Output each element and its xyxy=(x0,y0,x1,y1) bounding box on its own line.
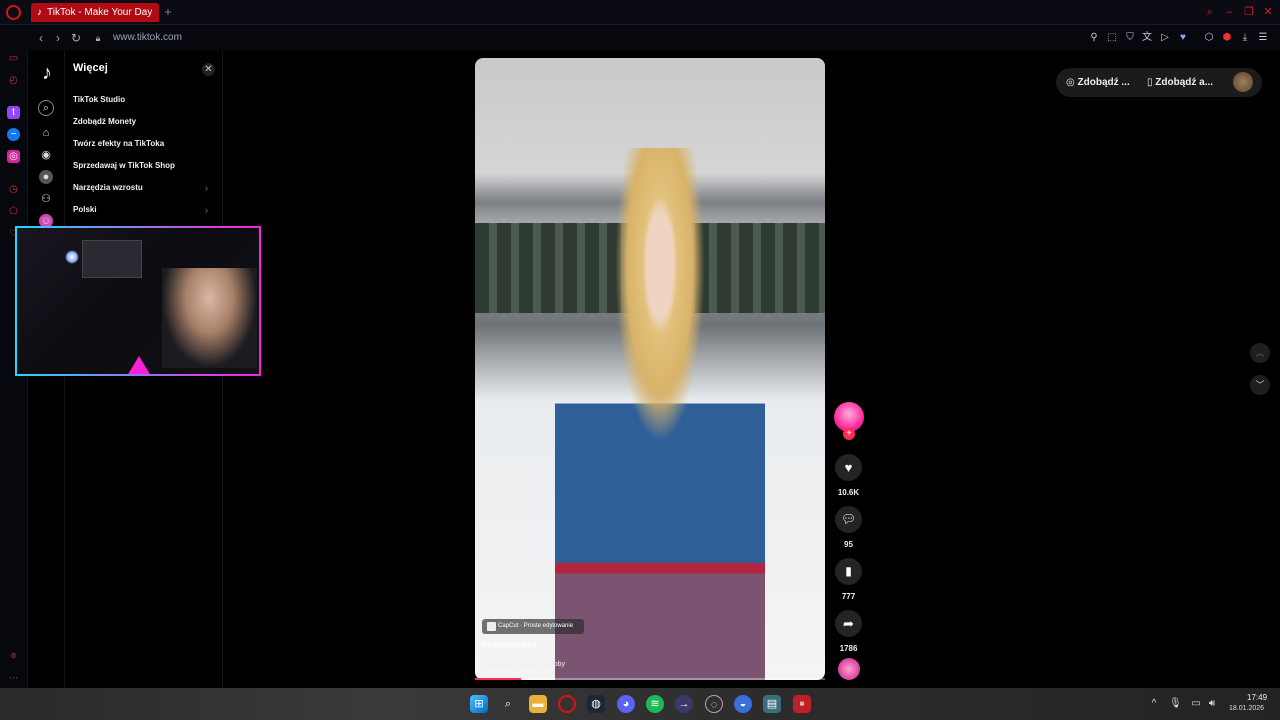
search-icon[interactable]: ⌕ xyxy=(38,100,54,116)
get-app-button[interactable]: ▯ Zdobądź a... xyxy=(1147,76,1213,90)
forward-icon[interactable]: › xyxy=(51,31,65,45)
file-explorer-icon[interactable]: ▬ xyxy=(529,695,547,713)
share-button[interactable]: ➦ xyxy=(835,610,862,637)
network-icon[interactable]: ▭ xyxy=(1190,698,1202,710)
tray-chevron-up-icon[interactable]: ^ xyxy=(1148,698,1160,710)
wallet-icon[interactable]: ▭ xyxy=(7,52,20,65)
app-icon-arrow[interactable]: → xyxy=(675,695,693,713)
video-progress-fill xyxy=(475,678,521,680)
save-button[interactable]: ▮ xyxy=(835,558,862,585)
video-player[interactable] xyxy=(475,58,825,680)
menu-item-growth-tools[interactable]: Narzędzia wzrostu xyxy=(73,181,213,195)
triangle-icon xyxy=(127,356,151,374)
microphone-icon[interactable]: 🎙︎ xyxy=(1169,698,1182,710)
new-tab-button[interactable]: + xyxy=(162,5,174,19)
menu-item-create-effects[interactable]: Twórz efekty na TikToka xyxy=(73,137,213,151)
instagram-icon[interactable]: ◎ xyxy=(7,150,20,163)
like-button[interactable]: ♥ xyxy=(835,454,862,481)
tiktok-logo-icon[interactable]: ♪ xyxy=(36,62,58,84)
menu-item-sell-tiktok-shop[interactable]: Sprzedawaj w TikTok Shop xyxy=(73,159,213,173)
more-panel-title: Więcej xyxy=(73,62,108,74)
browser-tab-bar xyxy=(0,0,1280,25)
download-icon[interactable]: ⤓ xyxy=(1239,32,1251,44)
taskbar-search-icon[interactable]: ⌕ xyxy=(499,695,517,713)
speed-dial-icon[interactable]: ◴ xyxy=(7,74,20,87)
messenger-icon[interactable]: ~ xyxy=(7,128,20,141)
opera-logo-icon[interactable] xyxy=(6,5,21,20)
capcut-icon xyxy=(487,622,496,631)
search-tabs-icon[interactable]: ⌕ xyxy=(1204,6,1216,18)
pin-icon[interactable]: ⚲ xyxy=(1088,32,1100,44)
minimize-icon[interactable]: – xyxy=(1223,6,1235,18)
app-icon-red[interactable]: ▦ xyxy=(793,695,811,713)
save-count: 777 xyxy=(841,592,856,601)
menu-icon[interactable]: ☰ xyxy=(1257,32,1269,44)
friends-icon[interactable]: ⚇ xyxy=(39,192,53,206)
video-username[interactable]: lenapolanskipl xyxy=(481,640,537,649)
light-icon xyxy=(65,250,79,264)
chevron-right-icon: › xyxy=(205,183,208,193)
coin-icon: ◎ xyxy=(1066,77,1075,88)
twitch-icon[interactable]: t xyxy=(7,106,20,119)
clock-date[interactable]: 18.01.2026 xyxy=(1229,705,1264,712)
adblock-icon[interactable]: ⬢ xyxy=(1221,32,1233,44)
webcam-overlay xyxy=(15,226,261,376)
app-icon-blue[interactable]: ◒ xyxy=(734,695,752,713)
snapshot-icon[interactable]: ⬚ xyxy=(1106,32,1118,44)
tab-title: TikTok - Make Your Day xyxy=(47,7,153,18)
avatar[interactable] xyxy=(1233,72,1253,92)
clock-time[interactable]: 17:49 xyxy=(1247,693,1267,702)
chevron-right-icon: › xyxy=(205,205,208,215)
streamer-figure xyxy=(162,268,257,368)
url-field[interactable]: www.tiktok.com xyxy=(113,31,182,45)
wall-poster xyxy=(82,240,142,278)
like-count: 10.6K xyxy=(837,488,860,497)
app-icon-circle[interactable]: ◌ xyxy=(705,695,723,713)
follow-plus-icon[interactable]: + xyxy=(843,428,855,440)
close-window-icon[interactable]: ✕ xyxy=(1262,6,1274,18)
taskbar xyxy=(0,688,1280,720)
live-icon[interactable]: ● xyxy=(39,170,53,184)
home-icon[interactable]: ⌂ xyxy=(39,126,53,140)
get-coins-button[interactable]: ◎ Zdobądź ... xyxy=(1066,76,1130,90)
menu-item-get-coins[interactable]: Zdobądź Monety xyxy=(73,115,213,129)
restore-icon[interactable]: ❐ xyxy=(1243,6,1255,18)
spotify-icon[interactable]: ≋ xyxy=(646,695,664,713)
opera-taskbar-icon[interactable] xyxy=(558,695,576,713)
discord-icon[interactable]: ◕ xyxy=(617,695,635,713)
more-dots-icon[interactable]: ⋯ xyxy=(7,672,20,685)
history-icon[interactable]: ◷ xyxy=(7,183,20,196)
shield-icon[interactable]: ⛉ xyxy=(1124,32,1136,44)
person-figure xyxy=(555,148,765,680)
pinboard-icon[interactable]: ⬠ xyxy=(7,205,20,218)
phone-icon: ▯ xyxy=(1147,77,1153,88)
comment-button[interactable]: 💬︎ xyxy=(835,506,862,533)
lock-icon[interactable]: 🔒︎ xyxy=(91,31,105,45)
close-icon[interactable]: ✕ xyxy=(202,63,215,76)
windows-start-icon[interactable]: ⊞ xyxy=(470,695,488,713)
tiktok-favicon-icon: ♪ xyxy=(37,7,42,18)
share-count: 1786 xyxy=(839,644,858,653)
capcut-badge[interactable]: CapCut · Proste edytowanie xyxy=(482,619,584,634)
menu-item-language[interactable]: Polski xyxy=(73,203,213,217)
settings-icon[interactable]: ⚙ xyxy=(7,650,20,663)
back-icon[interactable]: ‹ xyxy=(34,31,48,45)
scroll-up-button[interactable]: ︿ xyxy=(1250,343,1270,363)
video-progress-track[interactable] xyxy=(475,678,825,680)
translate-icon[interactable]: 文 xyxy=(1141,32,1153,44)
reload-icon[interactable]: ↻ xyxy=(69,31,83,45)
video-description: Wspierajcie polskie wyroby xyxy=(481,661,566,668)
volume-icon[interactable]: 🔊︎ xyxy=(1206,698,1218,710)
heart-icon[interactable]: ♥ xyxy=(1177,32,1189,44)
scroll-down-button[interactable]: ﹀ xyxy=(1250,375,1270,395)
play-icon[interactable]: ▷ xyxy=(1159,32,1171,44)
app-icon-monitor[interactable]: ▤ xyxy=(763,695,781,713)
extensions-icon[interactable]: ⬡ xyxy=(1203,32,1215,44)
steam-icon[interactable]: ◍ xyxy=(587,695,605,713)
comment-count: 95 xyxy=(844,540,853,549)
explore-icon[interactable]: ◉ xyxy=(39,148,53,162)
music-disc-icon[interactable] xyxy=(838,658,860,680)
menu-item-tiktok-studio[interactable]: TikTok Studio xyxy=(73,93,213,107)
browser-tab-tiktok[interactable]: ♪ TikTok - Make Your Day xyxy=(31,3,159,22)
